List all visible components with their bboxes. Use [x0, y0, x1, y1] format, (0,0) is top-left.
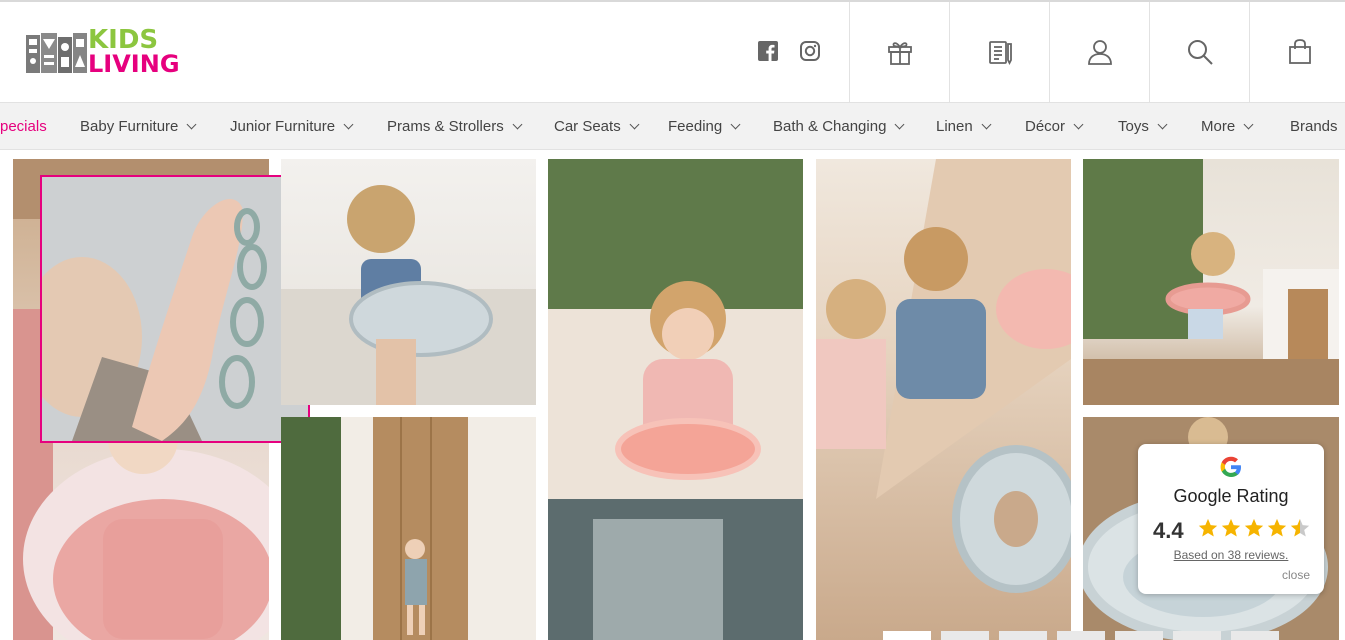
- slider-dot[interactable]: [883, 631, 931, 640]
- chevron-down-icon: [629, 119, 640, 130]
- chevron-down-icon: [730, 119, 741, 130]
- slider-dot[interactable]: [1115, 631, 1163, 640]
- search-icon[interactable]: [1149, 2, 1249, 102]
- nav-item-label: Décor: [1025, 118, 1066, 135]
- gallery-photo-teething-rings[interactable]: [40, 175, 310, 443]
- gallery-photo-beach-boy[interactable]: [281, 159, 536, 405]
- nav-item-label: Bath & Changing: [773, 118, 887, 135]
- star-icon: [1267, 518, 1287, 537]
- main-navigation: pecials Baby Furniture Junior Furniture …: [0, 102, 1345, 150]
- slider-pagination: [883, 631, 1279, 640]
- chevron-down-icon: [1157, 119, 1168, 130]
- nav-item-prams-strollers[interactable]: Prams & Strollers: [387, 103, 523, 150]
- slider-dot[interactable]: [1057, 631, 1105, 640]
- star-icon: [1221, 518, 1241, 537]
- chevron-down-icon: [894, 119, 905, 130]
- chevron-down-icon: [1073, 119, 1084, 130]
- star-rating: [1197, 517, 1311, 539]
- star-half-icon: [1290, 518, 1310, 537]
- star-icon: [1244, 518, 1264, 537]
- google-rating-widget: Google Rating 4.4 Based on 38 reviews. c…: [1138, 444, 1324, 594]
- chevron-down-icon: [1243, 119, 1254, 130]
- nav-item-label: Car Seats: [554, 118, 621, 135]
- nav-item-feeding[interactable]: Feeding: [668, 103, 741, 150]
- chevron-down-icon: [981, 119, 992, 130]
- rating-close-button[interactable]: close: [1282, 568, 1310, 582]
- nav-item-bath-changing[interactable]: Bath & Changing: [773, 103, 905, 150]
- nav-item-label: Baby Furniture: [80, 118, 179, 135]
- nav-item-label: Toys: [1118, 118, 1149, 135]
- nav-item-junior-furniture[interactable]: Junior Furniture: [230, 103, 354, 150]
- rating-reviews-link[interactable]: Based on 38 reviews.: [1138, 548, 1324, 562]
- nav-item-car-seats[interactable]: Car Seats: [554, 103, 640, 150]
- cart-icon[interactable]: [1249, 2, 1345, 102]
- slider-dot[interactable]: [1173, 631, 1221, 640]
- nav-item-linen[interactable]: Linen: [936, 103, 992, 150]
- nav-item-baby-furniture[interactable]: Baby Furniture: [80, 103, 197, 150]
- slider-dot[interactable]: [999, 631, 1047, 640]
- star-icon: [1198, 518, 1218, 537]
- slider-dot[interactable]: [1231, 631, 1279, 640]
- nav-item-label: Feeding: [668, 118, 723, 135]
- rating-title: Google Rating: [1173, 486, 1289, 506]
- chevron-down-icon: [343, 119, 354, 130]
- rating-score: 4.4: [1153, 518, 1184, 543]
- logo-mark-icon: [26, 31, 87, 75]
- google-logo-icon: [1220, 456, 1241, 477]
- nav-item-specials[interactable]: pecials: [0, 103, 47, 150]
- nav-item-label: Brands: [1290, 118, 1338, 135]
- nav-item-label: Prams & Strollers: [387, 118, 504, 135]
- chevron-down-icon: [186, 119, 197, 130]
- gallery-photo-door-child[interactable]: [281, 417, 536, 640]
- gallery-photo-pool-girl[interactable]: [548, 159, 803, 640]
- gallery-photo-ring-child[interactable]: [1083, 159, 1339, 405]
- social-links: [757, 40, 821, 62]
- nav-item-label: Linen: [936, 118, 973, 135]
- nav-item-label: More: [1201, 118, 1236, 135]
- logo-wordmark: KIDS LIVING: [88, 27, 180, 78]
- gallery-photo-two-children[interactable]: [816, 159, 1071, 640]
- registry-list-icon[interactable]: [949, 2, 1049, 102]
- nav-item-toys[interactable]: Toys: [1118, 103, 1168, 150]
- nav-item-label: Junior Furniture: [230, 118, 336, 135]
- chevron-down-icon: [512, 119, 523, 130]
- site-header: KIDS LIVING: [0, 2, 1345, 102]
- facebook-icon[interactable]: [757, 40, 779, 62]
- logo-living-text: LIVING: [88, 50, 180, 78]
- nav-item-label: pecials: [0, 118, 47, 135]
- nav-item-brands[interactable]: Brands: [1290, 103, 1338, 150]
- nav-item-more[interactable]: More: [1201, 103, 1254, 150]
- gift-icon[interactable]: [849, 2, 949, 102]
- instagram-icon[interactable]: [799, 40, 821, 62]
- slider-dot[interactable]: [941, 631, 989, 640]
- account-icon[interactable]: [1049, 2, 1149, 102]
- nav-item-decor[interactable]: Décor: [1025, 103, 1084, 150]
- site-logo[interactable]: KIDS LIVING: [26, 27, 206, 78]
